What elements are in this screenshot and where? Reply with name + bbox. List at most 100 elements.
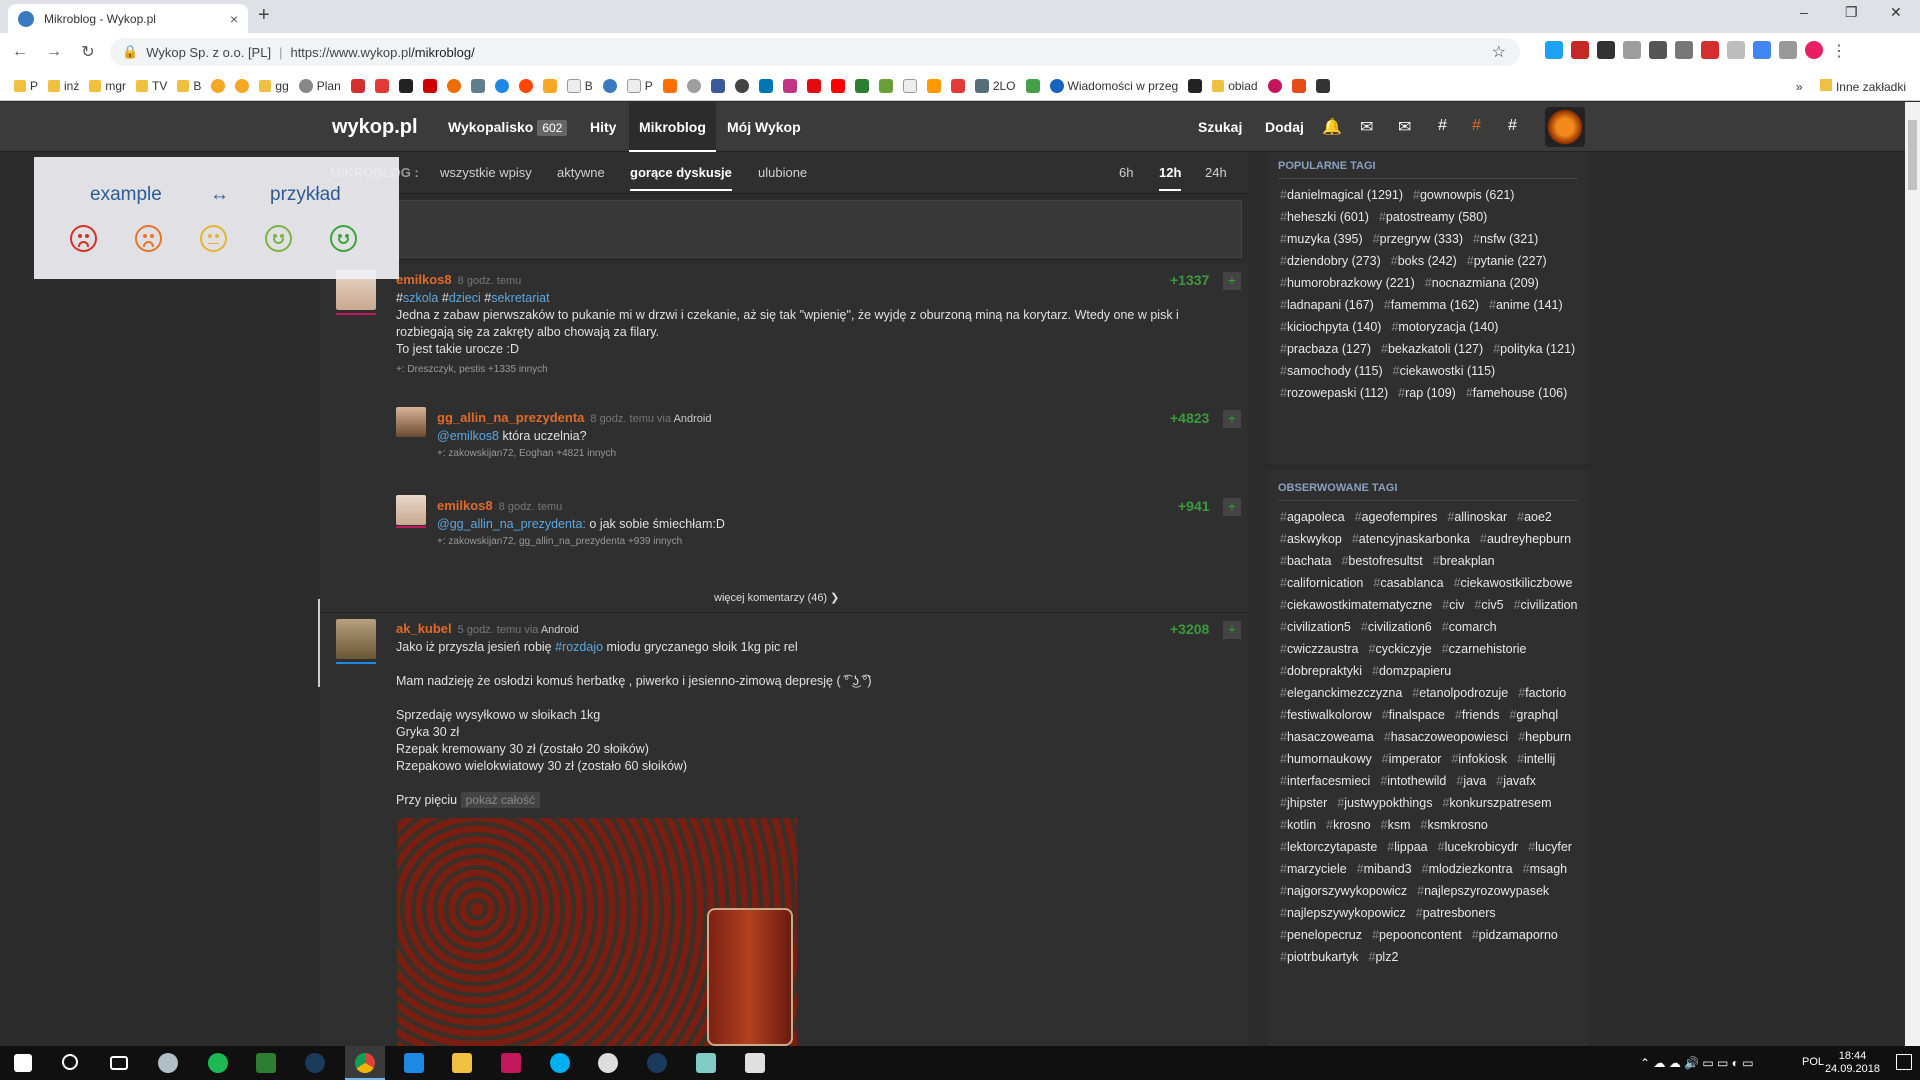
bookmark-icon-link[interactable] (235, 78, 250, 93)
hashtag-link[interactable]: #rozdajo (555, 640, 603, 654)
bookmark-icon-link[interactable] (398, 78, 413, 93)
tag-link[interactable]: festiwalkolorow (1280, 704, 1372, 726)
tag-link[interactable]: comarch (1442, 616, 1497, 638)
tag-link[interactable]: breakplan (1433, 550, 1495, 572)
comment-time[interactable]: 8 godz. temu (590, 413, 654, 425)
tag-link[interactable]: ksmkrosno (1421, 814, 1487, 836)
tag-link[interactable]: eleganckimezczyzna (1280, 682, 1402, 704)
neutral-face-icon[interactable] (200, 225, 227, 252)
hashtag-notifications-icon[interactable]: # (1438, 117, 1447, 135)
tag-link[interactable]: rap (109) (1398, 382, 1456, 404)
swap-arrow-icon[interactable]: ↔ (210, 184, 229, 206)
search-icon[interactable] (62, 1054, 78, 1070)
tag-link[interactable]: casablanca (1373, 572, 1443, 594)
mail-icon[interactable]: ✉ (1398, 117, 1411, 137)
tag-link[interactable]: askwykop (1280, 528, 1342, 550)
wykop-logo[interactable]: wykop.pl (332, 116, 418, 139)
more-comments-link[interactable]: więcej komentarzy (46) ❯ (714, 591, 839, 604)
hashtag-new-icon[interactable]: # (1472, 117, 1481, 135)
tag-link[interactable]: factorio (1518, 682, 1566, 704)
bookmark-icon-link[interactable] (902, 78, 917, 93)
tag-link[interactable]: etanolpodrozuje (1412, 682, 1508, 704)
bookmark-icon-link[interactable] (350, 78, 365, 93)
bookmark-icon-link[interactable] (542, 78, 557, 93)
tag-link[interactable]: motoryzacja (140) (1391, 316, 1498, 338)
messages-icon[interactable]: ✉ (1360, 117, 1373, 137)
extension-icon[interactable] (1545, 41, 1563, 59)
bookmark-folder[interactable]: inż (48, 79, 79, 93)
extension-icon[interactable] (1649, 41, 1667, 59)
tag-link[interactable]: lektorczytapaste (1280, 836, 1377, 858)
upvote-button[interactable]: + (1223, 621, 1241, 639)
upvote-button[interactable]: + (1223, 272, 1241, 290)
language-indicator[interactable]: POL (1802, 1056, 1824, 1068)
bookmark-link[interactable]: B (566, 78, 593, 93)
avatar[interactable] (336, 619, 376, 659)
bookmark-icon-link[interactable] (1025, 78, 1040, 93)
mention-link[interactable]: @emilkos8 (437, 429, 499, 443)
entry-image[interactable] (397, 818, 797, 1046)
post-time[interactable]: 8 godz. temu (458, 275, 522, 287)
tag-link[interactable]: miband3 (1357, 858, 1412, 880)
translate-icon[interactable] (1753, 41, 1771, 59)
tag-link[interactable]: hasaczoweama (1280, 726, 1374, 748)
tag-link[interactable]: lippaa (1387, 836, 1427, 858)
tag-link[interactable]: polityka (121) (1493, 338, 1575, 360)
bookmark-icon-link[interactable] (782, 78, 797, 93)
file-explorer-icon[interactable] (452, 1053, 472, 1073)
bookmark-icon-link[interactable] (710, 78, 725, 93)
bookmark-folder[interactable]: gg (259, 79, 289, 93)
tag-link[interactable]: kiciochpyta (140) (1280, 316, 1382, 338)
reload-button[interactable]: ↻ (74, 42, 102, 62)
tag-link[interactable]: ladnapani (167) (1280, 294, 1374, 316)
tag-link[interactable]: lucekrobicydr (1438, 836, 1519, 858)
tag-link[interactable]: famemma (162) (1384, 294, 1479, 316)
user-avatar[interactable] (1545, 107, 1585, 147)
app-icon[interactable] (256, 1053, 276, 1073)
tag-link[interactable]: humornaukowy (1280, 748, 1372, 770)
tag-link[interactable]: ksm (1381, 814, 1411, 836)
filter-active[interactable]: aktywne (557, 165, 605, 180)
tag-link[interactable]: bestofresultst (1341, 550, 1422, 572)
bookmark-link[interactable]: Wiadomości w przeg (1049, 78, 1178, 93)
voters-list[interactable]: +: zakowskijan72, Eoghan +4821 innych (437, 448, 616, 459)
tag-link[interactable]: najgorszywykopowicz (1280, 880, 1407, 902)
tag-link[interactable]: ciekawostkimatematyczne (1280, 594, 1432, 616)
upvote-button[interactable]: + (1223, 410, 1241, 428)
bookmark-icon-link[interactable] (518, 78, 533, 93)
nav-wykopalisko[interactable]: Wykopalisko 602 (448, 119, 568, 136)
bookmark-folder[interactable]: mgr (89, 79, 126, 93)
app-icon[interactable] (404, 1053, 424, 1073)
app-icon[interactable] (696, 1053, 716, 1073)
tag-link[interactable]: audreyhepburn (1480, 528, 1571, 550)
bookmark-icon-link[interactable] (374, 78, 389, 93)
tag-link[interactable]: nocnazmiana (209) (1425, 272, 1539, 294)
tag-link[interactable]: bekazkatoli (127) (1381, 338, 1483, 360)
tag-link[interactable]: cwiczzaustra (1280, 638, 1359, 660)
tag-link[interactable]: famehouse (106) (1466, 382, 1568, 404)
bookmark-icon-link[interactable] (878, 78, 893, 93)
other-bookmarks-folder[interactable]: Inne zakładki (1819, 79, 1906, 94)
steam-icon[interactable] (305, 1053, 325, 1073)
tag-link[interactable]: java (1456, 770, 1486, 792)
voters-list[interactable]: +: Dreszczyk, pestis +1335 innych (396, 364, 548, 375)
app-icon[interactable] (745, 1053, 765, 1073)
comment-time[interactable]: 8 godz. temu (499, 501, 563, 513)
tag-link[interactable]: muzyka (395) (1280, 228, 1363, 250)
bookmark-icon-link[interactable] (602, 78, 617, 93)
maximize-button[interactable]: ❐ (1845, 4, 1858, 21)
tag-link[interactable]: penelopecruz (1280, 924, 1362, 946)
tag-link[interactable]: pidzamaporno (1472, 924, 1558, 946)
tag-link[interactable]: danielmagical (1291) (1280, 184, 1403, 206)
tag-link[interactable]: interfacesmieci (1280, 770, 1370, 792)
tag-link[interactable]: kotlin (1280, 814, 1316, 836)
bookmark-folder[interactable]: B (177, 79, 201, 93)
comment-author[interactable]: emilkos8 8 godz. temu (437, 498, 562, 513)
tag-link[interactable]: imperator (1382, 748, 1442, 770)
bookmark-icon-link[interactable] (446, 78, 461, 93)
browser-tab[interactable]: Mikroblog - Wykop.pl × (8, 4, 248, 33)
filter-all[interactable]: wszystkie wpisy (440, 165, 532, 180)
new-entry-textarea[interactable] (330, 200, 1242, 258)
tag-link[interactable]: hasaczoweopowiesci (1384, 726, 1508, 748)
extension-icon[interactable] (1675, 41, 1693, 59)
